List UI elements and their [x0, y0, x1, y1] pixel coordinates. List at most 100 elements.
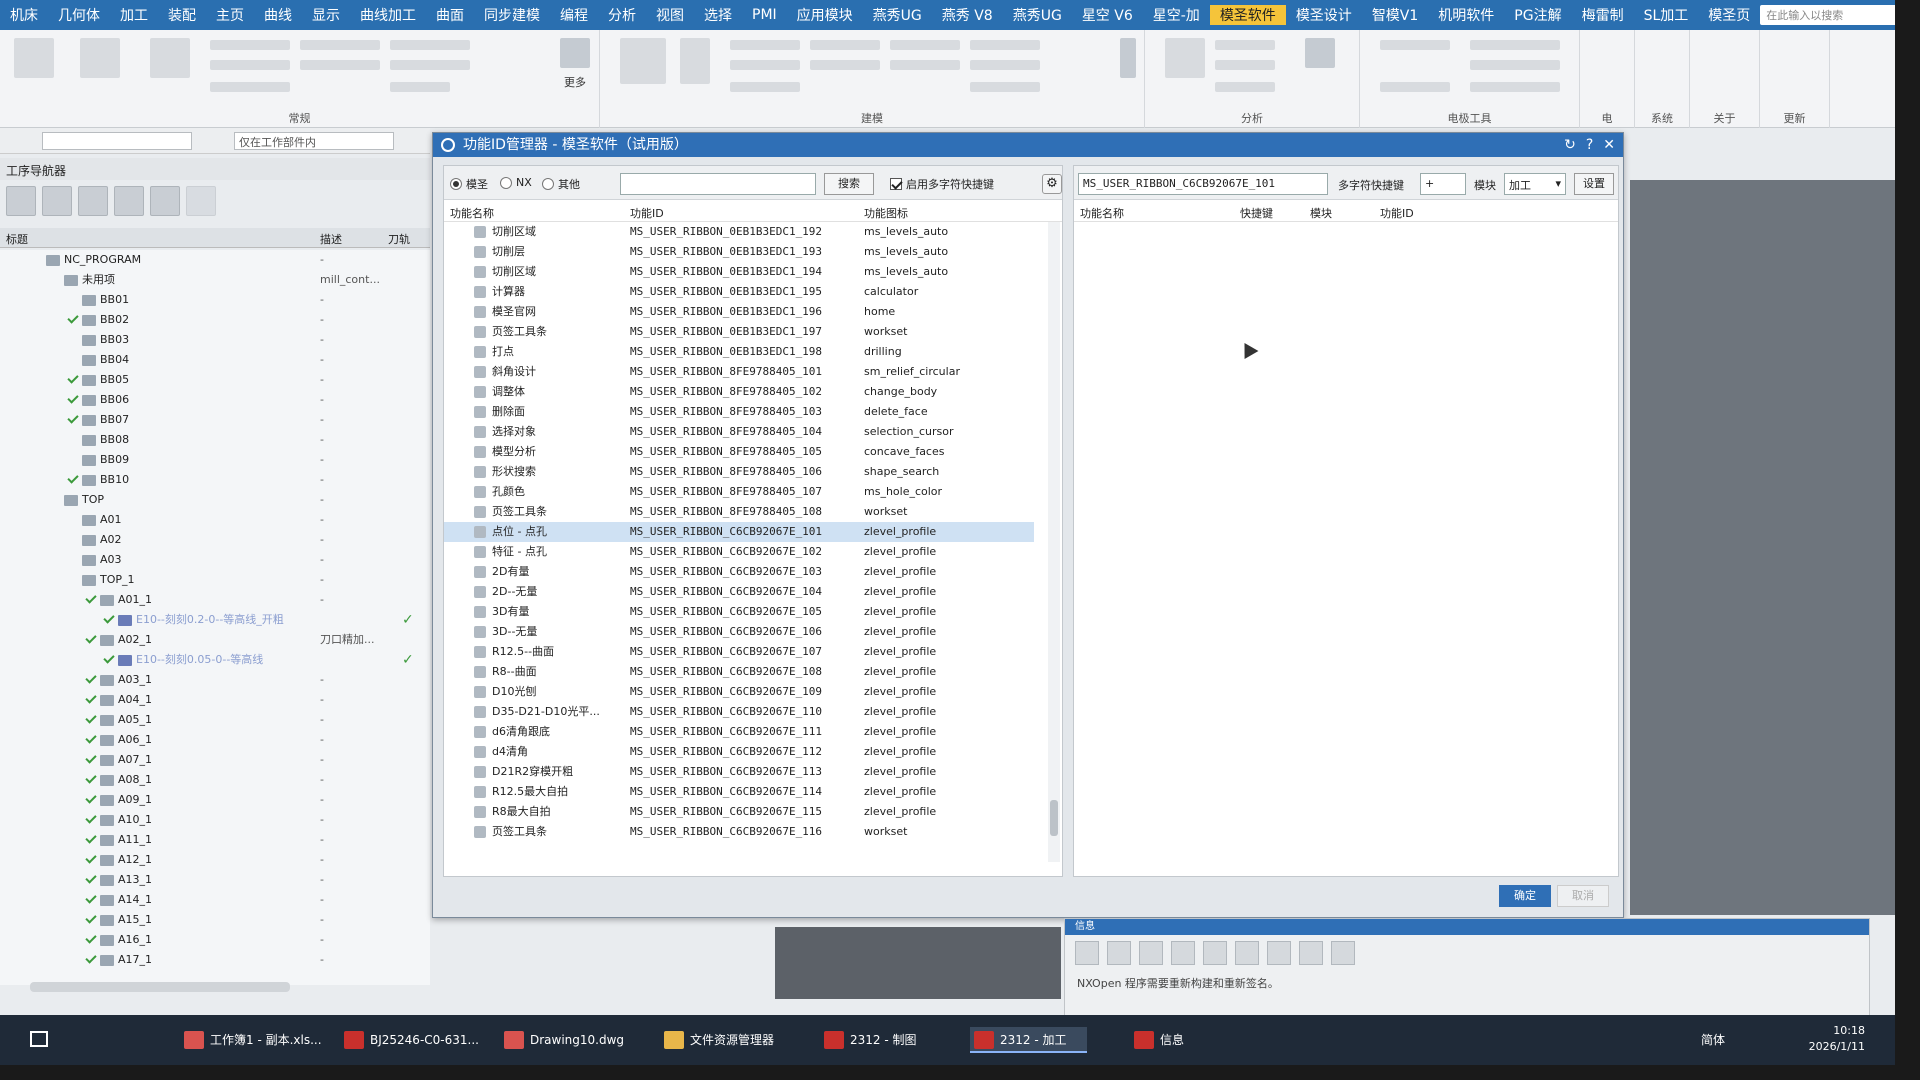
radio-nx[interactable]: NX	[500, 176, 532, 189]
tree-row[interactable]: A11_1 -	[0, 830, 430, 850]
clock-time[interactable]: 10:18	[1809, 1023, 1865, 1039]
tree-row[interactable]: A04_1 -	[0, 690, 430, 710]
taskbar-app[interactable]: 文件资源管理器	[660, 1027, 774, 1053]
menu-item[interactable]: 星空 V6	[1072, 5, 1143, 25]
feature-row[interactable]: R12.5--曲面 MS_USER_RIBBON_C6CB92067E_107 zl…	[444, 642, 1034, 662]
tree-row[interactable]: A07_1 -	[0, 750, 430, 770]
menu-item[interactable]: 分析	[598, 5, 646, 25]
feature-row[interactable]: 调整体 MS_USER_RIBBON_8FE9788405_102 change_b…	[444, 382, 1034, 402]
tree-row[interactable]: A13_1 -	[0, 870, 430, 890]
find-icon[interactable]	[1267, 941, 1291, 965]
tree-row[interactable]: A10_1 -	[0, 810, 430, 830]
feature-row[interactable]: 页签工具条 MS_USER_RIBBON_C6CB92067E_116 workse…	[444, 822, 1034, 842]
header-module[interactable]: 模块	[1310, 205, 1332, 221]
tree-row[interactable]: BB09 -	[0, 450, 430, 470]
tree-row[interactable]: A02_1 刀口精加...	[0, 630, 430, 650]
input-language[interactable]: 简体	[1701, 1031, 1725, 1048]
menu-item[interactable]: PMI	[742, 7, 787, 23]
radio-other[interactable]: 其他	[542, 176, 580, 192]
module-select[interactable]: 加工 ▾	[1504, 173, 1566, 195]
feature-row[interactable]: 形状搜索 MS_USER_RIBBON_8FE9788405_106 shape_s…	[444, 462, 1034, 482]
graphics-viewport[interactable]	[1630, 180, 1895, 915]
feature-row[interactable]: d6清角跟底 MS_USER_RIBBON_C6CB92067E_111 zleve…	[444, 722, 1034, 742]
set-button[interactable]: 设置	[1574, 173, 1614, 195]
menu-item[interactable]: 显示	[302, 5, 350, 25]
menu-item[interactable]: 视图	[646, 5, 694, 25]
save-icon[interactable]	[1075, 941, 1099, 965]
tree-row[interactable]: A06_1 -	[0, 730, 430, 750]
geometry-view-icon[interactable]	[78, 186, 108, 216]
ribbon-more-button[interactable]: 更多	[560, 74, 590, 90]
tree-row[interactable]: A02 -	[0, 530, 430, 550]
reset-icon[interactable]: ↻	[1564, 133, 1576, 157]
menu-item[interactable]: 模圣页	[1698, 5, 1760, 25]
header-description[interactable]: 描述	[320, 231, 342, 247]
tree-row[interactable]: A15_1 -	[0, 910, 430, 930]
feature-row[interactable]: 计算器 MS_USER_RIBBON_0EB1B3EDC1_195 calculat…	[444, 282, 1034, 302]
help-icon[interactable]: ?	[1586, 133, 1593, 157]
taskbar-app[interactable]: 2312 - 加工	[970, 1027, 1087, 1053]
feature-row[interactable]: 切削层 MS_USER_RIBBON_0EB1B3EDC1_193 ms_level…	[444, 242, 1034, 262]
tree-row[interactable]: TOP_1 -	[0, 570, 430, 590]
menu-item[interactable]: 机床	[0, 5, 48, 25]
feature-id-field[interactable]: MS_USER_RIBBON_C6CB92067E_101	[1078, 173, 1328, 195]
menu-item[interactable]: 曲线	[254, 5, 302, 25]
tree-row[interactable]: A08_1 -	[0, 770, 430, 790]
header-feature-id[interactable]: 功能ID	[1380, 205, 1414, 221]
feature-row[interactable]: D35-D21-D10光平... MS_USER_RIBBON_C6CB92067…	[444, 702, 1034, 722]
paste-icon[interactable]	[1203, 941, 1227, 965]
feature-row[interactable]: 选择对象 MS_USER_RIBBON_8FE9788405_104 selecti…	[444, 422, 1034, 442]
header-feature-name[interactable]: 功能名称	[450, 205, 494, 221]
export-icon[interactable]	[1331, 941, 1355, 965]
taskbar-app[interactable]: 信息	[1130, 1027, 1184, 1053]
feature-row[interactable]: 特征 - 点孔 MS_USER_RIBBON_C6CB92067E_102 zlev…	[444, 542, 1034, 562]
feature-row[interactable]: R8最大自拍 MS_USER_RIBBON_C6CB92067E_115 zleve…	[444, 802, 1034, 822]
shortcut-field[interactable]: +	[1420, 173, 1466, 195]
feature-row[interactable]: 点位 - 点孔 MS_USER_RIBBON_C6CB92067E_101 zlev…	[444, 522, 1034, 542]
taskbar-app[interactable]: Drawing10.dwg	[500, 1027, 624, 1053]
scope-filter-combo[interactable]: 仅在工作部件内	[234, 132, 394, 150]
search-button[interactable]: 搜索	[824, 173, 874, 195]
menu-item[interactable]: 主页	[206, 5, 254, 25]
copy-icon[interactable]	[1171, 941, 1195, 965]
header-shortcut[interactable]: 快捷键	[1240, 205, 1273, 221]
ok-button[interactable]: 确定	[1499, 885, 1551, 907]
tree-row[interactable]: A01 -	[0, 510, 430, 530]
taskbar-app[interactable]: 工作簿1 - 副本.xls...	[180, 1027, 322, 1053]
feature-row[interactable]: 孔颜色 MS_USER_RIBBON_8FE9788405_107 ms_hole_…	[444, 482, 1034, 502]
tree-row[interactable]: A03_1 -	[0, 670, 430, 690]
menu-item[interactable]: 编程	[550, 5, 598, 25]
tree-row[interactable]: BB05 -	[0, 370, 430, 390]
feature-row[interactable]: D10光刨 MS_USER_RIBBON_C6CB92067E_109 zlevel…	[444, 682, 1034, 702]
tree-row[interactable]: A05_1 -	[0, 710, 430, 730]
feature-search-input[interactable]	[620, 173, 816, 195]
header-name[interactable]: 标题	[6, 231, 28, 247]
feature-row[interactable]: 2D有量 MS_USER_RIBBON_C6CB92067E_103 zlevel_…	[444, 562, 1034, 582]
feature-row[interactable]: 模圣官网 MS_USER_RIBBON_0EB1B3EDC1_196 home	[444, 302, 1034, 322]
task-view-icon[interactable]	[30, 1031, 48, 1047]
menu-item[interactable]: 模圣软件	[1209, 5, 1286, 25]
menu-item[interactable]: 选择	[694, 5, 742, 25]
menu-item[interactable]: 智模V1	[1362, 5, 1428, 25]
tree-row[interactable]: A03 -	[0, 550, 430, 570]
feature-row[interactable]: d4清角 MS_USER_RIBBON_C6CB92067E_112 zlevel_…	[444, 742, 1034, 762]
type-filter-combo[interactable]	[42, 132, 192, 150]
tree-row[interactable]: TOP -	[0, 490, 430, 510]
menu-item[interactable]: 机明软件	[1428, 5, 1504, 25]
operation-row[interactable]: E10--刻刻0.2-0--等高线_开粗 ✓	[0, 610, 430, 630]
tree-row[interactable]: BB07 -	[0, 410, 430, 430]
menu-item[interactable]: 曲线加工	[350, 5, 426, 25]
taskbar-app[interactable]: BJ25246-C0-631...	[340, 1027, 479, 1053]
menu-item[interactable]: 燕秀UG	[1003, 5, 1072, 25]
delete-icon[interactable]	[186, 186, 216, 216]
header-feature-name[interactable]: 功能名称	[1080, 205, 1124, 221]
menu-item[interactable]: SL加工	[1634, 5, 1699, 25]
feature-row[interactable]: R8--曲面 MS_USER_RIBBON_C6CB92067E_108 zleve…	[444, 662, 1034, 682]
menu-item[interactable]: 曲面	[426, 5, 474, 25]
menu-item[interactable]: PG注解	[1504, 5, 1571, 25]
close-icon[interactable]: ✕	[1603, 133, 1615, 157]
feature-row[interactable]: 切削区域 MS_USER_RIBBON_0EB1B3EDC1_192 ms_leve…	[444, 222, 1034, 242]
create-program-icon[interactable]	[150, 186, 180, 216]
program-view-icon[interactable]	[6, 186, 36, 216]
tree-row[interactable]: A16_1 -	[0, 930, 430, 950]
